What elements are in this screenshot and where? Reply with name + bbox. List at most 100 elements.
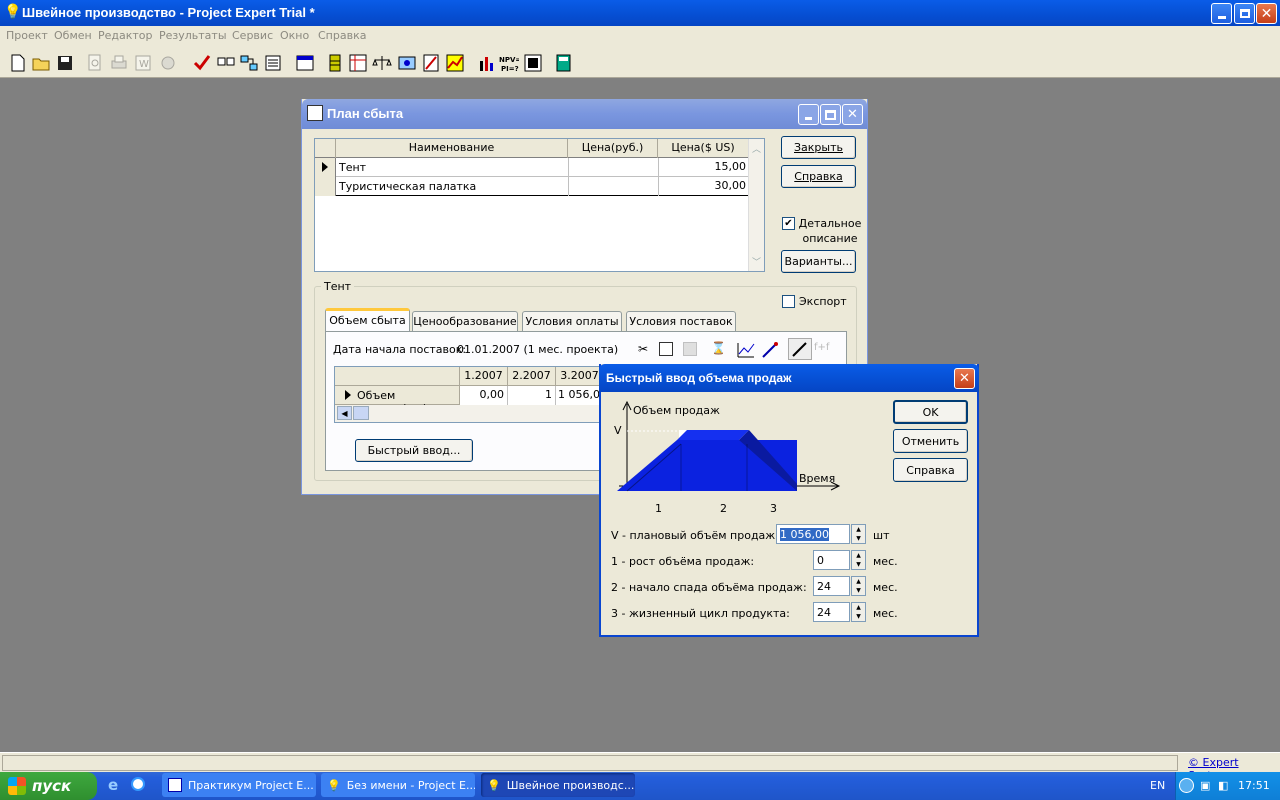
spin-up-icon[interactable]: ▲ [852,525,865,534]
start-button[interactable]: пуск [0,772,97,800]
variants-button[interactable]: Варианты... [781,250,856,273]
quick-close-button[interactable]: ✕ [954,368,975,389]
restore-button[interactable] [1234,3,1255,24]
volume-row-label[interactable]: Объем продаж(шт) [335,386,460,415]
form-icon[interactable] [263,53,283,73]
cell-name[interactable]: Тент [339,161,366,174]
quicklaunch-icon[interactable] [131,777,145,791]
cell-name[interactable]: Туристическая палатка [339,180,476,193]
volume-cell[interactable]: 0,00 [460,386,508,405]
close-app-button[interactable]: ✕ [1256,3,1277,24]
table-row[interactable]: Тент 15,00 [315,158,748,177]
plan-close-button[interactable]: ✕ [842,104,863,125]
quick-input-button[interactable]: Быстрый ввод... [355,439,473,462]
growth-stepper[interactable]: ▲ ▼ [851,550,866,570]
print-icon[interactable] [109,53,129,73]
cell-price-usd[interactable]: 15,00 [658,158,748,177]
menu-results[interactable]: Результаты [159,29,227,42]
scroll-down-icon[interactable]: ﹀ [752,255,761,268]
menu-project[interactable]: Проект [6,29,48,42]
ie-icon[interactable]: e [108,776,118,794]
network-icon[interactable] [239,53,259,73]
chart-icon[interactable] [445,53,465,73]
scroll-up-icon[interactable]: ︿ [752,142,761,155]
scroll-left-icon[interactable]: ◀ [337,406,352,420]
tray-arrow-icon[interactable] [1179,778,1194,793]
month-header[interactable]: 1.2007 [460,367,508,386]
pencil-icon[interactable] [788,338,812,360]
volume-cell[interactable]: 1 056,00 [508,386,556,419]
formula-icon[interactable]: f+f [814,342,829,353]
task-button-praktikum[interactable]: Практикум Project E... [162,773,316,797]
tab-payment-terms[interactable]: Условия оплаты [522,311,622,332]
menu-help[interactable]: Справка [318,29,366,42]
money-icon[interactable] [397,53,417,73]
menu-exchange[interactable]: Обмен [54,29,92,42]
lifecycle-stepper[interactable]: ▲ ▼ [851,602,866,622]
spin-down-icon[interactable]: ▼ [852,586,865,595]
window-icon[interactable] [295,53,315,73]
npv-icon[interactable]: NPV=?PI=? [499,53,525,73]
calculator-icon[interactable] [553,53,573,73]
decline-stepper[interactable]: ▲ ▼ [851,576,866,596]
volume-cell[interactable]: 1 056,0 [556,386,604,405]
header-name[interactable]: Наименование [336,139,568,158]
copy-icon[interactable] [659,342,673,356]
settings-icon[interactable] [158,53,178,73]
structure-icon[interactable] [523,53,543,73]
balance-icon[interactable] [372,53,392,73]
row-selector[interactable] [315,177,336,196]
spin-down-icon[interactable]: ▼ [852,612,865,621]
hourglass-icon[interactable]: ⌛ [711,341,726,355]
paste-icon[interactable] [683,342,697,356]
menu-editor[interactable]: Редактор [98,29,153,42]
volume-hscrollbar[interactable]: ◀ [335,405,633,422]
lifecycle-input[interactable]: 24 [813,602,850,622]
cut-icon[interactable]: ✂ [638,342,648,356]
cell-price-usd[interactable]: 30,00 [658,177,748,196]
cashflow-icon[interactable] [348,53,368,73]
report-icon[interactable] [421,53,441,73]
spin-up-icon[interactable]: ▲ [852,551,865,560]
row-selector[interactable] [315,158,336,177]
spin-up-icon[interactable]: ▲ [852,577,865,586]
new-file-icon[interactable] [8,53,28,73]
minimize-button[interactable] [1211,3,1232,24]
export-checkbox[interactable] [782,295,795,308]
quick-help-button[interactable]: Справка [893,458,968,482]
volume-tray-icon[interactable]: ◧ [1218,779,1228,792]
month-header[interactable]: 3.2007 [556,367,604,386]
month-header[interactable]: 2.2007 [508,367,556,386]
analysis-icon[interactable] [477,53,497,73]
word-export-icon[interactable]: W [133,53,153,73]
cancel-button[interactable]: Отменить [893,429,968,453]
trend-chart-icon[interactable] [737,342,755,361]
growth-input[interactable]: 0 [813,550,850,570]
table-row[interactable]: Туристическая палатка 30,00 [315,177,748,196]
open-folder-icon[interactable] [31,53,51,73]
spin-up-icon[interactable]: ▲ [852,603,865,612]
plan-minimize-button[interactable] [798,104,819,125]
spin-down-icon[interactable]: ▼ [852,560,865,569]
cell-price-rub[interactable] [568,177,658,196]
plan-maximize-button[interactable] [820,104,841,125]
scroll-thumb[interactable] [353,406,369,420]
table-icon[interactable] [325,53,345,73]
task-button-untitled[interactable]: 💡 Без имени - Project E... [321,773,475,797]
network-tray-icon[interactable]: ▣ [1200,779,1210,792]
tab-delivery-terms[interactable]: Условия поставок [626,311,736,332]
grid-vertical-scrollbar[interactable]: ︿ ﹀ [748,139,764,271]
help-button[interactable]: Справка [781,165,856,188]
preview-icon[interactable] [85,53,105,73]
header-price-rub[interactable]: Цена(руб.) [568,139,658,158]
header-price-usd[interactable]: Цена($ US) [658,139,748,158]
close-button[interactable]: Закрыть [781,136,856,159]
check-icon[interactable] [192,53,212,73]
decline-input[interactable]: 24 [813,576,850,596]
language-indicator[interactable]: EN [1150,779,1165,792]
ok-button[interactable]: OK [893,400,968,424]
menu-window[interactable]: Окно [280,29,309,42]
cell-price-rub[interactable] [568,158,658,177]
checklist-icon[interactable] [216,53,236,73]
save-icon[interactable] [55,53,75,73]
